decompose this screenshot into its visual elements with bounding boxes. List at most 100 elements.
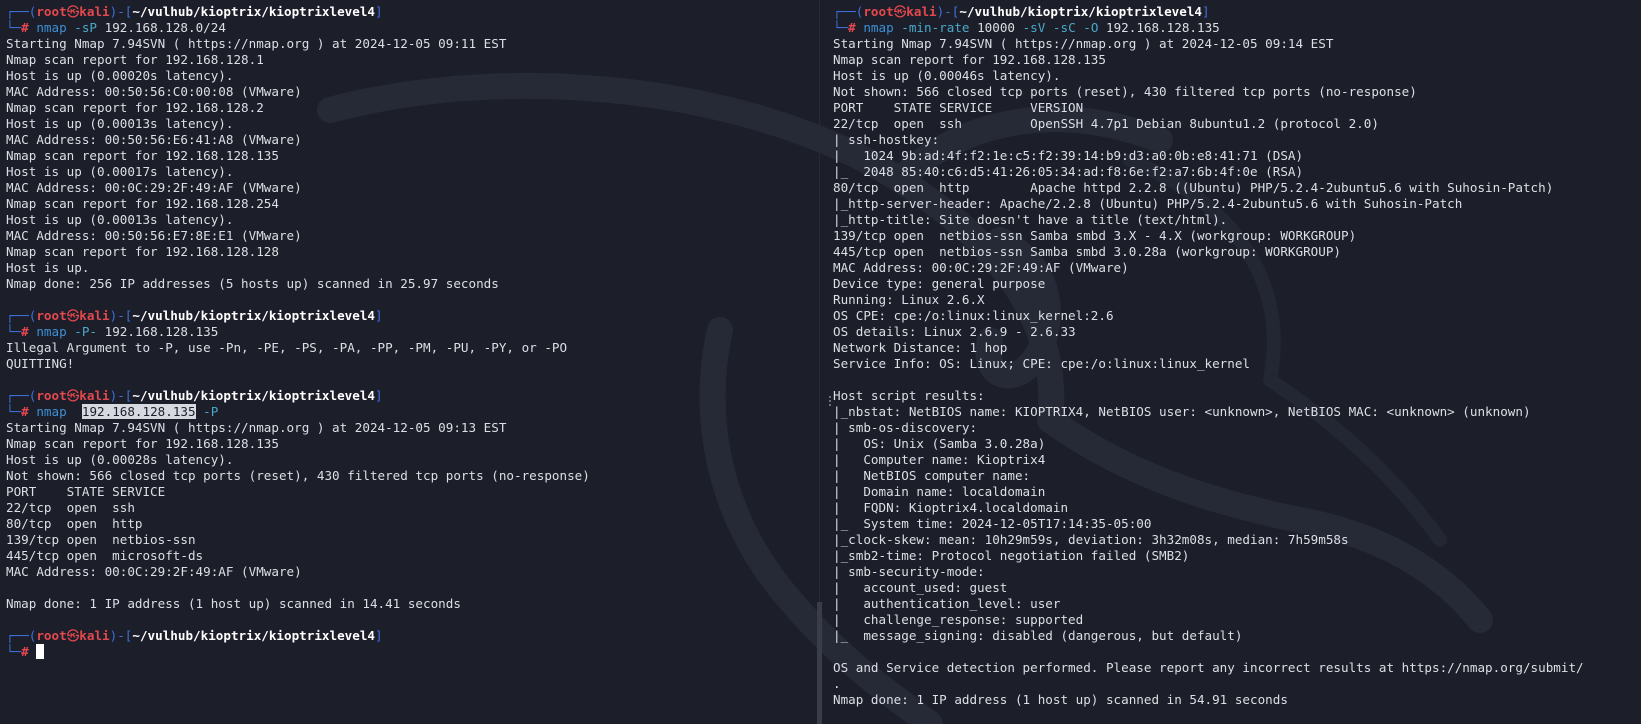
left-pane-scrollbar[interactable]: [817, 602, 822, 724]
output-line: | ssh-hostkey:: [833, 132, 940, 147]
pane-resize-handle[interactable]: [829, 396, 833, 406]
command-target: 192.168.128.135: [97, 324, 219, 339]
output-line: Host is up (0.00013s latency).: [6, 116, 234, 131]
output-line: MAC Address: 00:0C:29:2F:49:AF (VMware): [833, 260, 1129, 275]
output-line: | 1024 9b:ad:4f:f2:1e:c5:f2:39:14:b9:d3:…: [833, 148, 1304, 163]
output-line: |_ 2048 85:40:c6:d5:41:26:05:34:ad:f8:6e…: [833, 164, 1304, 179]
prompt-frame: ┌──(: [6, 388, 37, 403]
output-line: | Computer name: Kioptrix4: [833, 452, 1046, 467]
prompt-frame: )-[: [109, 388, 133, 403]
output-line: | authentication_level: user: [833, 596, 1061, 611]
output-line: | smb-security-mode:: [833, 564, 985, 579]
prompt-frame: ]: [1202, 4, 1210, 19]
output-line: Host is up.: [6, 260, 90, 275]
prompt-frame: )-[: [936, 4, 960, 19]
output-line: .: [833, 676, 841, 691]
output-line: Host is up (0.00013s latency).: [6, 212, 234, 227]
output-line: | FQDN: Kioptrix4.localdomain: [833, 500, 1069, 515]
command-target[interactable]: 192.168.128.135: [81, 404, 196, 419]
prompt-path: ~/vulhub/kioptrix/kioptrixlevel4: [132, 388, 376, 403]
command-program: nmap: [863, 20, 894, 35]
output-line: Nmap done: 256 IP addresses (5 hosts up)…: [6, 276, 499, 291]
prompt-frame: ┌──(: [6, 4, 37, 19]
output-line: PORT STATE SERVICE: [6, 484, 166, 499]
output-line: 22/tcp open ssh OpenSSH 4.7p1 Debian 8ub…: [833, 116, 1379, 131]
prompt-hash: #: [21, 324, 37, 339]
cursor-block[interactable]: [36, 644, 45, 659]
output-line: Nmap scan report for 192.168.128.135: [6, 148, 279, 163]
output-line: |_ message_signing: disabled (dangerous,…: [833, 628, 1243, 643]
prompt-hash: #: [21, 404, 37, 419]
output-line: Host is up (0.00028s latency).: [6, 452, 234, 467]
prompt-frame: )-[: [109, 4, 133, 19]
command-line[interactable]: └─# nmap -sP 192.168.128.0/24: [6, 20, 814, 36]
command-suffix: -P: [195, 404, 219, 419]
command-args: -min-rate: [893, 20, 970, 35]
prompt-path: ~/vulhub/kioptrix/kioptrixlevel4: [132, 628, 376, 643]
prompt-frame: └─: [6, 20, 22, 35]
prompt-path: ~/vulhub/kioptrix/kioptrixlevel4: [959, 4, 1203, 19]
output-line: Starting Nmap 7.94SVN ( https://nmap.org…: [6, 420, 507, 435]
prompt-hash: #: [21, 644, 37, 659]
command-args: -P-: [66, 324, 98, 339]
output-line: Not shown: 566 closed tcp ports (reset),…: [6, 468, 590, 483]
output-line: 445/tcp open netbios-ssn Samba smbd 3.0.…: [833, 244, 1341, 259]
output-line: | Domain name: localdomain: [833, 484, 1046, 499]
output-line: MAC Address: 00:0C:29:2F:49:AF (VMware): [6, 564, 302, 579]
prompt-frame: └─: [6, 644, 22, 659]
prompt-frame: └─: [833, 20, 849, 35]
output-line: MAC Address: 00:50:56:E6:41:A8 (VMware): [6, 132, 302, 147]
output-line: 80/tcp open http Apache httpd 2.2.8 ((Ub…: [833, 180, 1554, 195]
skull-icon: ㉿: [66, 4, 80, 19]
prompt-frame: └─: [6, 404, 22, 419]
command-args: [67, 404, 82, 419]
command-line-active[interactable]: └─#: [6, 644, 814, 660]
output-line: |_http-title: Site doesn't have a title …: [833, 212, 1228, 227]
prompt-path: ~/vulhub/kioptrix/kioptrixlevel4: [132, 4, 376, 19]
prompt-header: ┌──(root㉿kali)-[~/vulhub/kioptrix/kioptr…: [6, 4, 814, 20]
output-line: OS and Service detection performed. Plea…: [833, 660, 1584, 675]
terminal-pane-left[interactable]: ┌──(root㉿kali)-[~/vulhub/kioptrix/kioptr…: [6, 4, 814, 660]
prompt-header: ┌──(root㉿kali)-[~/vulhub/kioptrix/kioptr…: [6, 628, 814, 644]
output-line: Nmap scan report for 192.168.128.2: [6, 100, 264, 115]
terminal-pane-right[interactable]: ┌──(root㉿kali)-[~/vulhub/kioptrix/kioptr…: [833, 4, 1633, 708]
output-line: Service Info: OS: Linux; CPE: cpe:/o:lin…: [833, 356, 1251, 371]
prompt-header: ┌──(root㉿kali)-[~/vulhub/kioptrix/kioptr…: [6, 308, 814, 324]
command-line[interactable]: └─# nmap -P- 192.168.128.135: [6, 324, 814, 340]
command-program: nmap: [36, 324, 67, 339]
prompt-frame: )-[: [109, 628, 133, 643]
output-line: 22/tcp open ssh: [6, 500, 135, 515]
output-line: |_smb2-time: Protocol negotiation failed…: [833, 548, 1190, 563]
prompt-frame: ]: [375, 628, 383, 643]
prompt-frame: ]: [375, 4, 383, 19]
command-line[interactable]: └─# nmap 192.168.128.135 -P: [6, 404, 814, 420]
command-line[interactable]: └─# nmap -min-rate 10000 -sV -sC -O 192.…: [833, 20, 1633, 36]
prompt-frame: ]: [375, 388, 383, 403]
command-program: nmap: [36, 404, 67, 419]
output-line: MAC Address: 00:50:56:E7:8E:E1 (VMware): [6, 228, 302, 243]
command-target: 192.168.128.0/24: [97, 20, 226, 35]
output-line: Host is up (0.00046s latency).: [833, 68, 1061, 83]
prompt-hash: #: [21, 20, 37, 35]
prompt-frame: ┌──(: [6, 308, 37, 323]
output-line: Nmap done: 1 IP address (1 host up) scan…: [6, 596, 461, 611]
output-line: Nmap scan report for 192.168.128.128: [6, 244, 279, 259]
output-line: | NetBIOS computer name:: [833, 468, 1031, 483]
output-line: 139/tcp open netbios-ssn Samba smbd 3.X …: [833, 228, 1357, 243]
command-program: nmap: [36, 20, 67, 35]
output-line: Nmap done: 1 IP address (1 host up) scan…: [833, 692, 1288, 707]
output-line: Running: Linux 2.6.X: [833, 292, 985, 307]
prompt-frame: ]: [375, 308, 383, 323]
output-line: |_clock-skew: mean: 10h29m59s, deviation…: [833, 532, 1349, 547]
output-line: MAC Address: 00:50:56:C0:00:08 (VMware): [6, 84, 302, 99]
skull-icon: ㉿: [66, 628, 80, 643]
output-line: |_nbstat: NetBIOS name: KIOPTRIX4, NetBI…: [833, 404, 1531, 419]
output-line: Host is up (0.00017s latency).: [6, 164, 234, 179]
prompt-user: root: [36, 388, 67, 403]
output-line: 445/tcp open microsoft-ds: [6, 548, 204, 563]
output-line: QUITTING!: [6, 356, 75, 371]
prompt-user: root: [36, 308, 67, 323]
output-line: Host is up (0.00020s latency).: [6, 68, 234, 83]
